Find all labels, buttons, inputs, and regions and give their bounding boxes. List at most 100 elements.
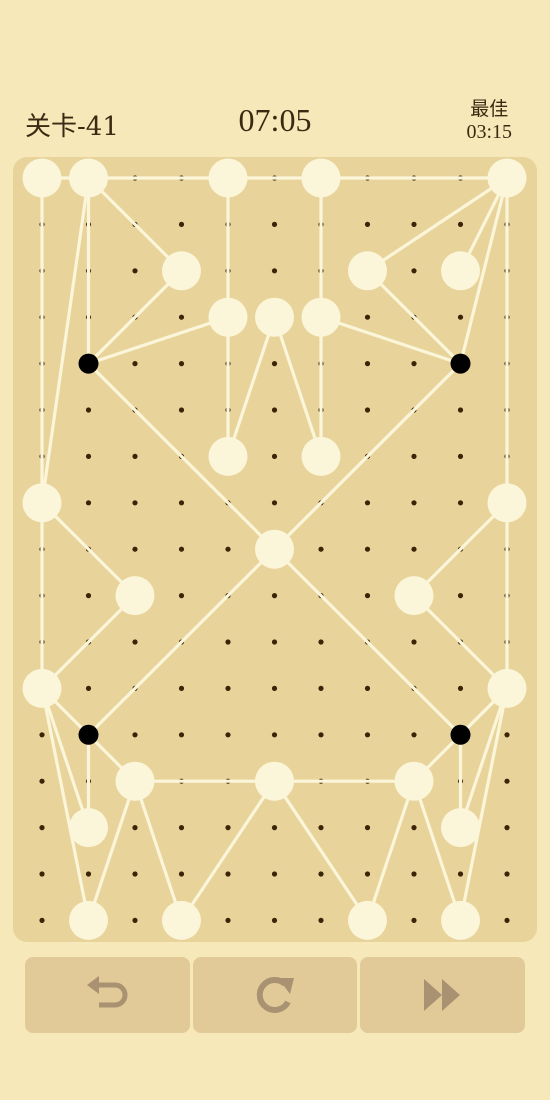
restart-icon: [256, 977, 294, 1013]
grid-dot: [364, 500, 371, 506]
grid-dot: [411, 871, 417, 877]
edge-line: [365, 779, 416, 923]
grid-dot: [411, 500, 417, 506]
grid-dot: [178, 685, 185, 692]
node-o[interactable]: [487, 483, 527, 523]
grid-dot: [411, 732, 417, 738]
node-aa[interactable]: [162, 900, 201, 940]
node-x[interactable]: [69, 808, 108, 848]
grid-dot: [504, 825, 510, 831]
grid-dot: [225, 917, 231, 924]
node-ac[interactable]: [441, 900, 480, 940]
node-f[interactable]: [162, 251, 201, 291]
node-w[interactable]: [394, 761, 434, 801]
node-s[interactable]: [22, 668, 62, 708]
node-e[interactable]: [487, 158, 527, 198]
grid-dot: [132, 546, 138, 552]
grid-dot: [225, 639, 231, 645]
grid-dot: [271, 221, 278, 227]
grid-dot: [178, 546, 185, 552]
grid-dot: [271, 685, 278, 692]
node-c[interactable]: [208, 158, 248, 198]
grid-dot: [178, 500, 185, 506]
best-time-box: 最佳 03:15: [466, 98, 512, 144]
grid-dot: [364, 221, 371, 227]
grid-dot: [457, 685, 464, 692]
node-v[interactable]: [255, 761, 294, 801]
grid-dot: [457, 453, 464, 459]
grid-dot: [318, 825, 324, 831]
node-d[interactable]: [301, 158, 341, 198]
node-i[interactable]: [208, 297, 248, 337]
board-canvas[interactable]: [13, 157, 537, 942]
grid-dot: [271, 732, 278, 738]
node-g[interactable]: [348, 251, 387, 291]
grid-dot: [271, 453, 278, 459]
grid-dot: [39, 917, 45, 924]
grid-dot: [411, 361, 417, 367]
grid-dot: [364, 871, 371, 877]
grid-dot: [411, 221, 417, 227]
grid-dot: [271, 407, 278, 413]
grid-dot: [225, 871, 231, 877]
grid-dot: [132, 871, 138, 877]
grid-dot: [318, 685, 324, 692]
node-a[interactable]: [22, 158, 62, 198]
grid-dot: [85, 871, 92, 877]
grid-dot: [85, 685, 92, 692]
control-bar: [25, 957, 525, 1033]
grid-dot: [457, 871, 464, 877]
edge-line: [179, 779, 277, 923]
grid-dot: [364, 593, 371, 599]
node-m[interactable]: [301, 436, 341, 476]
grid-dot: [271, 825, 278, 831]
grid-dot: [225, 546, 231, 552]
grid-dot: [39, 778, 45, 784]
skip-button[interactable]: [360, 957, 525, 1033]
node-b[interactable]: [69, 158, 108, 198]
anchor-p1: [78, 353, 99, 374]
node-y[interactable]: [441, 808, 480, 848]
grid-dot: [132, 361, 138, 367]
grid-dot: [85, 453, 92, 459]
node-n[interactable]: [22, 483, 62, 523]
grid-dot: [132, 268, 138, 274]
node-l[interactable]: [208, 436, 248, 476]
restart-button[interactable]: [193, 957, 357, 1033]
grid-dot: [411, 546, 417, 552]
grid-dot: [504, 778, 510, 784]
grid-dot: [364, 314, 371, 320]
edge-line: [86, 176, 184, 273]
node-p[interactable]: [255, 529, 294, 569]
grid-dot: [178, 593, 185, 599]
grid-dot: [411, 639, 417, 645]
edge-line: [40, 176, 91, 505]
node-h[interactable]: [441, 251, 480, 291]
grid-dot: [178, 825, 185, 831]
grid-dot: [178, 361, 185, 367]
anchor-p2: [450, 353, 471, 374]
grid-dot: [411, 917, 417, 924]
grid-dot: [271, 871, 278, 877]
undo-button[interactable]: [25, 957, 190, 1033]
grid-dot: [457, 500, 464, 506]
edge-line: [412, 594, 509, 691]
node-r[interactable]: [394, 576, 434, 616]
node-j[interactable]: [255, 297, 294, 337]
grid-dot: [39, 871, 45, 877]
node-u[interactable]: [115, 761, 155, 801]
grid-dot: [39, 825, 45, 831]
node-q[interactable]: [115, 576, 155, 616]
grid-dot: [318, 546, 324, 552]
grid-dot: [411, 453, 417, 459]
header-bar: 关卡-41 07:05 最佳 03:15: [0, 90, 550, 150]
grid-dot: [504, 917, 510, 924]
node-t[interactable]: [487, 668, 527, 708]
node-z[interactable]: [69, 900, 108, 940]
node-ab[interactable]: [348, 900, 387, 940]
edge-line: [86, 779, 137, 923]
puzzle-board[interactable]: [13, 157, 537, 942]
grid-dot: [225, 685, 231, 692]
node-k[interactable]: [301, 297, 341, 337]
grid-dot: [504, 871, 510, 877]
